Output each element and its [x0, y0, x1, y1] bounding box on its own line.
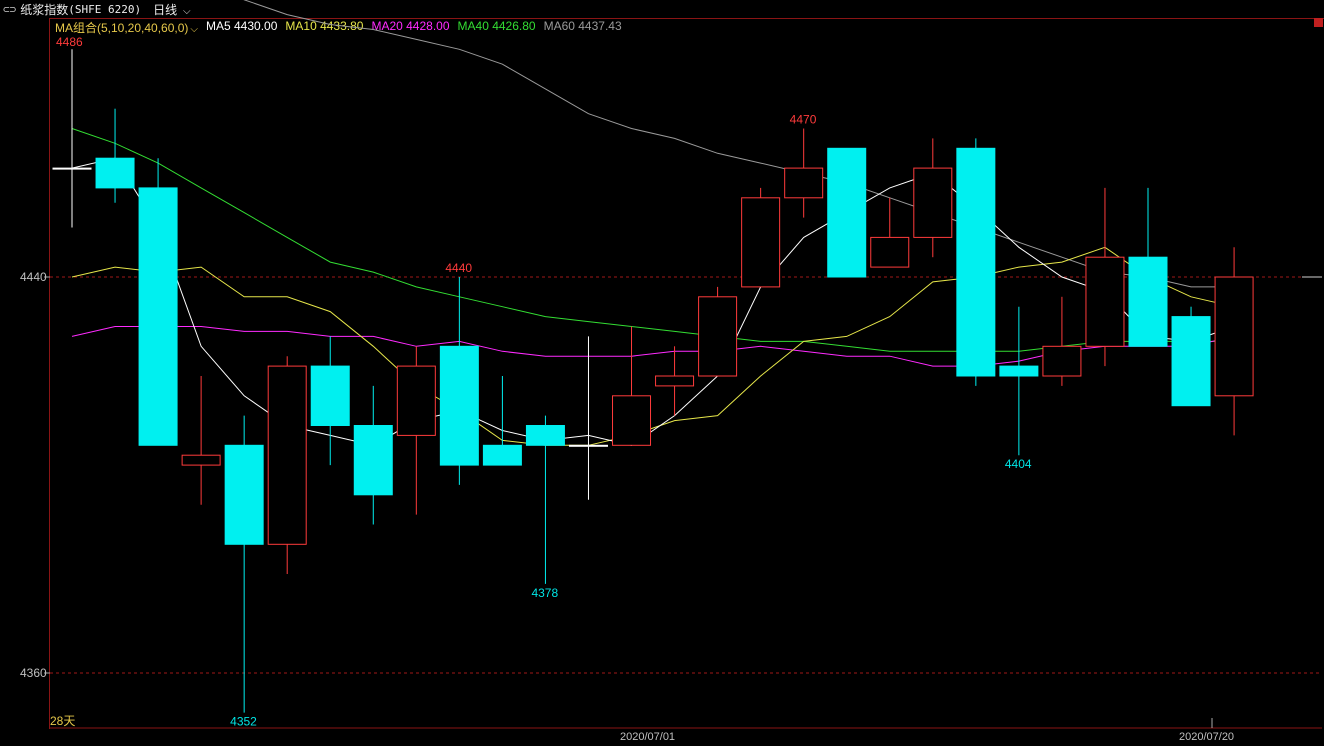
candle [396, 346, 436, 515]
candle-body [1128, 256, 1168, 347]
candle-body [138, 187, 178, 446]
candle [568, 336, 608, 500]
candle-body [913, 167, 953, 238]
candle-body [353, 425, 393, 496]
candle-body [439, 345, 479, 466]
candle [827, 147, 867, 278]
candle [1042, 296, 1082, 386]
ma40-line [71, 128, 1235, 352]
candle-body [1214, 276, 1254, 397]
candle [913, 138, 953, 258]
candle [1128, 187, 1168, 347]
extreme-price-label: 4352 [230, 715, 257, 729]
ma5-line [71, 157, 1235, 446]
candle [95, 108, 135, 203]
candle-body [827, 147, 867, 278]
candle-body [1085, 256, 1125, 347]
candle-body [181, 454, 221, 466]
candle-body [267, 365, 307, 545]
candle-body [95, 157, 135, 189]
candle [999, 306, 1039, 456]
extreme-price-label: 4404 [1005, 457, 1032, 471]
price-tick-4360: 4360 [20, 666, 47, 680]
candle [956, 138, 996, 386]
extreme-price-label: 4470 [790, 113, 817, 127]
candle-body [482, 444, 522, 466]
price-tick-4440: 4440 [20, 270, 47, 284]
extreme-price-label: 4486 [56, 35, 83, 49]
candle [482, 376, 522, 466]
candle-body [1042, 345, 1082, 377]
candle [870, 197, 910, 268]
candle-body [612, 395, 652, 446]
kline-chart-window: ⊂⊃ 纸浆指数 (SHFE 6220) 日线 ⌵ MA组合(5,10,20,40… [0, 0, 1324, 746]
candlestick-plot: 4486 4352 4440 4378 4470 4404 [44, 0, 1322, 729]
candle [181, 376, 221, 505]
candle [224, 415, 264, 713]
candle-body [956, 147, 996, 377]
candle [353, 385, 393, 525]
extreme-price-label: 4378 [531, 586, 558, 600]
candle [138, 158, 178, 446]
candle [310, 336, 350, 466]
date-label-0701: 2020/07/01 [620, 731, 676, 743]
ma60-line [243, 0, 1235, 288]
candle-body [568, 444, 608, 447]
candle-body [525, 425, 565, 446]
candle-body [1171, 316, 1211, 407]
extreme-price-label: 4440 [445, 261, 472, 275]
candle-body [224, 444, 264, 545]
candle [525, 415, 565, 584]
candle [655, 346, 695, 416]
date-label-0720: 2020/07/20 [1179, 731, 1235, 743]
candle [1085, 187, 1125, 367]
candle-body [784, 167, 824, 199]
candle [1214, 247, 1254, 436]
candle [784, 128, 824, 218]
candle [1171, 306, 1211, 407]
candle [439, 277, 479, 485]
candle-body [999, 365, 1039, 377]
range-days-label: 28天 [50, 714, 76, 728]
candle [698, 286, 738, 377]
candle [267, 356, 307, 574]
candle-body [655, 375, 695, 387]
candle [612, 326, 652, 446]
candle-body [396, 365, 436, 436]
candle-body [741, 197, 781, 288]
candle [52, 49, 92, 228]
candle-body [870, 236, 910, 268]
candle-body [698, 296, 738, 377]
candle [741, 187, 781, 288]
candle-body [52, 167, 92, 170]
candle-body [310, 365, 350, 427]
